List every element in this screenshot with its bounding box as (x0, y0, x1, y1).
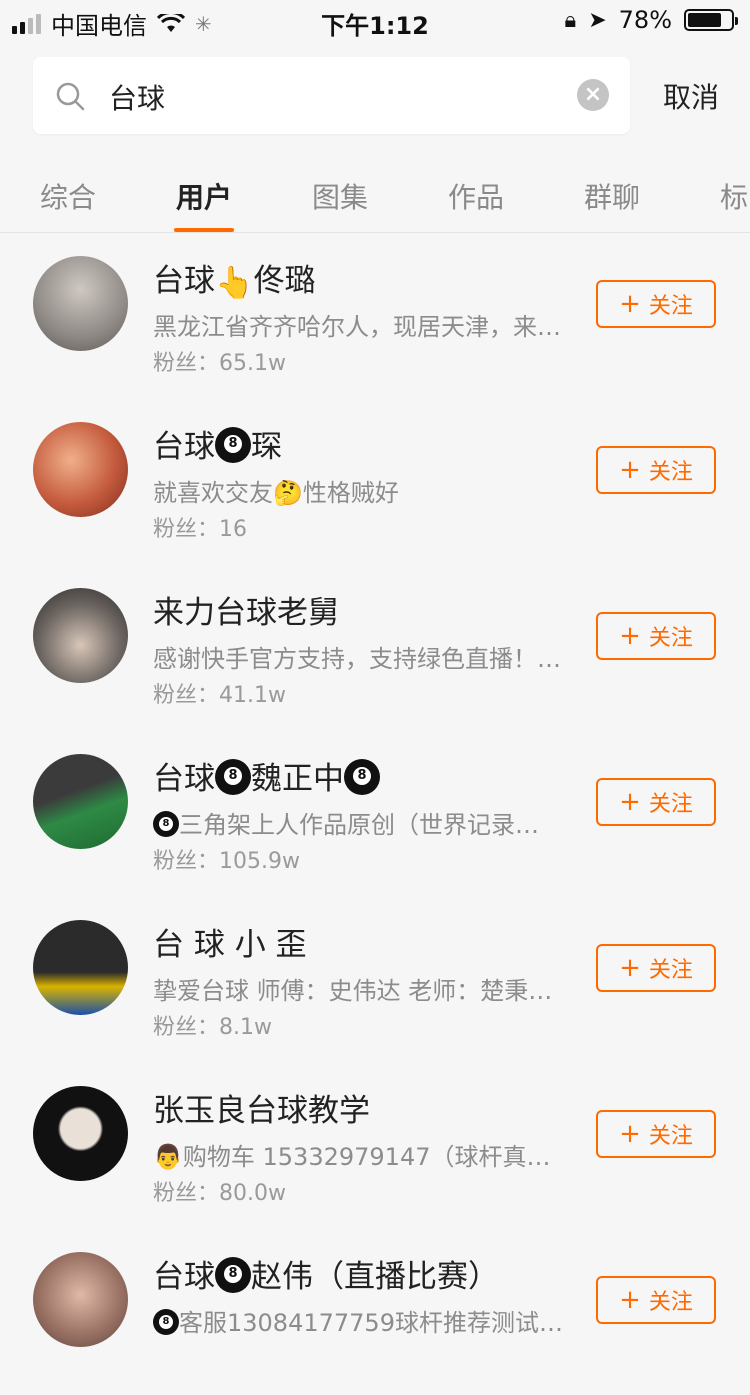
status-bar: 中国电信 ✳ 下午1:12 🔒︎ ➤ 78% (0, 0, 750, 40)
user-name[interactable]: 张玉良台球教学 (153, 1085, 370, 1130)
fans-count: 粉丝：105.9w (153, 849, 300, 874)
list-item[interactable]: 台球琛 就喜欢交友🤔性格贼好 粉丝：16 + 关注 (0, 399, 750, 565)
follow-button[interactable]: + 关注 (596, 446, 716, 494)
bio-text: 购物车 15332979147（球杆真好… (182, 1143, 573, 1171)
bio-part: 性格贼好 (302, 479, 399, 507)
cancel-button[interactable]: 取消 (663, 76, 719, 116)
follow-button[interactable]: + 关注 (596, 944, 716, 992)
user-bio: 三角架上人作品原创（世界记录… (153, 805, 573, 840)
fans-count: 粉丝：16 (153, 517, 247, 542)
avatar[interactable] (33, 422, 128, 517)
follow-button[interactable]: + 关注 (596, 280, 716, 328)
avatar[interactable] (33, 256, 128, 351)
user-bio: 客服13084177759球杆推荐测试… (153, 1303, 573, 1338)
tab-groups[interactable]: 群聊 (584, 176, 640, 216)
user-name[interactable]: 台球👆佟璐 (153, 255, 316, 301)
8-ball-icon (215, 1257, 251, 1293)
tab-users[interactable]: 用户 (176, 176, 232, 216)
plus-icon: + (619, 621, 641, 651)
tab-more[interactable]: 标 (720, 176, 748, 216)
tab-comprehensive[interactable]: 综合 (40, 176, 96, 216)
follow-label: 关注 (648, 460, 693, 485)
user-name[interactable]: 台球琛 (153, 421, 282, 466)
avatar[interactable] (33, 1252, 128, 1347)
user-bio: 挚爱台球 师傅：史伟达 老师：楚秉… (153, 977, 553, 1005)
follow-button[interactable]: + 关注 (596, 1110, 716, 1158)
list-item[interactable]: 台球魏正中 三角架上人作品原创（世界记录… 粉丝：105.9w + 关注 (0, 731, 750, 897)
fans-count: 粉丝：65.1w (153, 351, 286, 376)
follow-button[interactable]: + 关注 (596, 778, 716, 826)
follow-label: 关注 (648, 958, 693, 983)
tab-works[interactable]: 作品 (448, 176, 504, 216)
location-icon: ➤ (588, 7, 607, 33)
follow-label: 关注 (648, 626, 693, 651)
search-icon (56, 82, 85, 111)
8-ball-icon (153, 811, 179, 837)
clear-icon[interactable]: × (577, 79, 609, 111)
tab-bar: 综合 用户 图集 作品 群聊 标 (0, 170, 750, 233)
8-ball-icon (344, 759, 380, 795)
user-name[interactable]: 台球魏正中 (153, 753, 380, 798)
plus-icon: + (619, 953, 641, 983)
follow-button[interactable]: + 关注 (596, 1276, 716, 1324)
plus-icon: + (619, 455, 641, 485)
battery-percent: 78% (618, 6, 672, 34)
name-part: 魏正中 (251, 761, 344, 797)
avatar[interactable] (33, 588, 128, 683)
user-name[interactable]: 台 球 小 歪 (153, 919, 307, 964)
thinking-face-icon: 🤔 (273, 479, 303, 507)
fans-count: 粉丝：8.1w (153, 1015, 272, 1040)
list-item[interactable]: 台 球 小 歪 挚爱台球 师傅：史伟达 老师：楚秉… 粉丝：8.1w + 关注 (0, 897, 750, 1063)
list-item[interactable]: 台球赵伟（直播比赛） 客服13084177759球杆推荐测试… + 关注 (0, 1229, 750, 1395)
list-item[interactable]: 张玉良台球教学 👨购物车 15332979147（球杆真好… 粉丝：80.0w … (0, 1063, 750, 1229)
active-tab-indicator (174, 228, 234, 232)
avatar[interactable] (33, 920, 128, 1015)
name-part: 台球 (153, 429, 215, 465)
plus-icon: + (619, 1119, 641, 1149)
name-part: 佟璐 (253, 263, 316, 299)
name-part: 赵伟（直播比赛） (251, 1259, 499, 1295)
avatar[interactable] (33, 1086, 128, 1181)
search-box[interactable]: 台球 × (33, 57, 630, 134)
plus-icon: + (619, 1285, 641, 1315)
bio-text: 三角架上人作品原创（世界记录… (179, 811, 539, 839)
user-bio: 👨购物车 15332979147（球杆真好… (153, 1137, 573, 1172)
avatar[interactable] (33, 754, 128, 849)
user-name[interactable]: 台球赵伟（直播比赛） (153, 1251, 499, 1296)
name-part: 台球 (153, 263, 215, 299)
plus-icon: + (619, 289, 641, 319)
battery-icon (684, 9, 738, 31)
fans-count: 粉丝：41.1w (153, 683, 286, 708)
battery-fill (688, 13, 721, 27)
user-bio: 感谢快手官方支持，支持绿色直播！… (153, 645, 561, 673)
user-name[interactable]: 来力台球老舅 (153, 587, 339, 632)
name-part: 琛 (251, 429, 282, 465)
bio-text: 客服13084177759球杆推荐测试… (179, 1309, 563, 1337)
man-face-icon: 👨 (153, 1143, 183, 1171)
follow-button[interactable]: + 关注 (596, 612, 716, 660)
follow-label: 关注 (648, 294, 693, 319)
user-bio: 黑龙江省齐齐哈尔人，现居天津，来… (153, 313, 561, 341)
rotation-lock-icon: 🔒︎ (564, 7, 577, 33)
list-item[interactable]: 来力台球老舅 感谢快手官方支持，支持绿色直播！… 粉丝：41.1w + 关注 (0, 565, 750, 731)
8-ball-icon (215, 427, 251, 463)
fans-count: 粉丝：80.0w (153, 1181, 286, 1206)
follow-label: 关注 (648, 1124, 693, 1149)
follow-label: 关注 (648, 1290, 693, 1315)
8-ball-icon (215, 759, 251, 795)
plus-icon: + (619, 787, 641, 817)
bio-part: 就喜欢交友 (153, 479, 273, 507)
list-item[interactable]: 台球👆佟璐 黑龙江省齐齐哈尔人，现居天津，来… 粉丝：65.1w + 关注 (0, 233, 750, 399)
follow-label: 关注 (648, 792, 693, 817)
search-input[interactable]: 台球 (109, 77, 165, 117)
name-part: 台球 (153, 1259, 215, 1295)
pointing-up-icon: 👆 (215, 265, 254, 301)
user-bio: 就喜欢交友🤔性格贼好 (153, 473, 573, 508)
8-ball-icon (153, 1309, 179, 1335)
tab-albums[interactable]: 图集 (312, 176, 368, 216)
name-part: 台球 (153, 761, 215, 797)
